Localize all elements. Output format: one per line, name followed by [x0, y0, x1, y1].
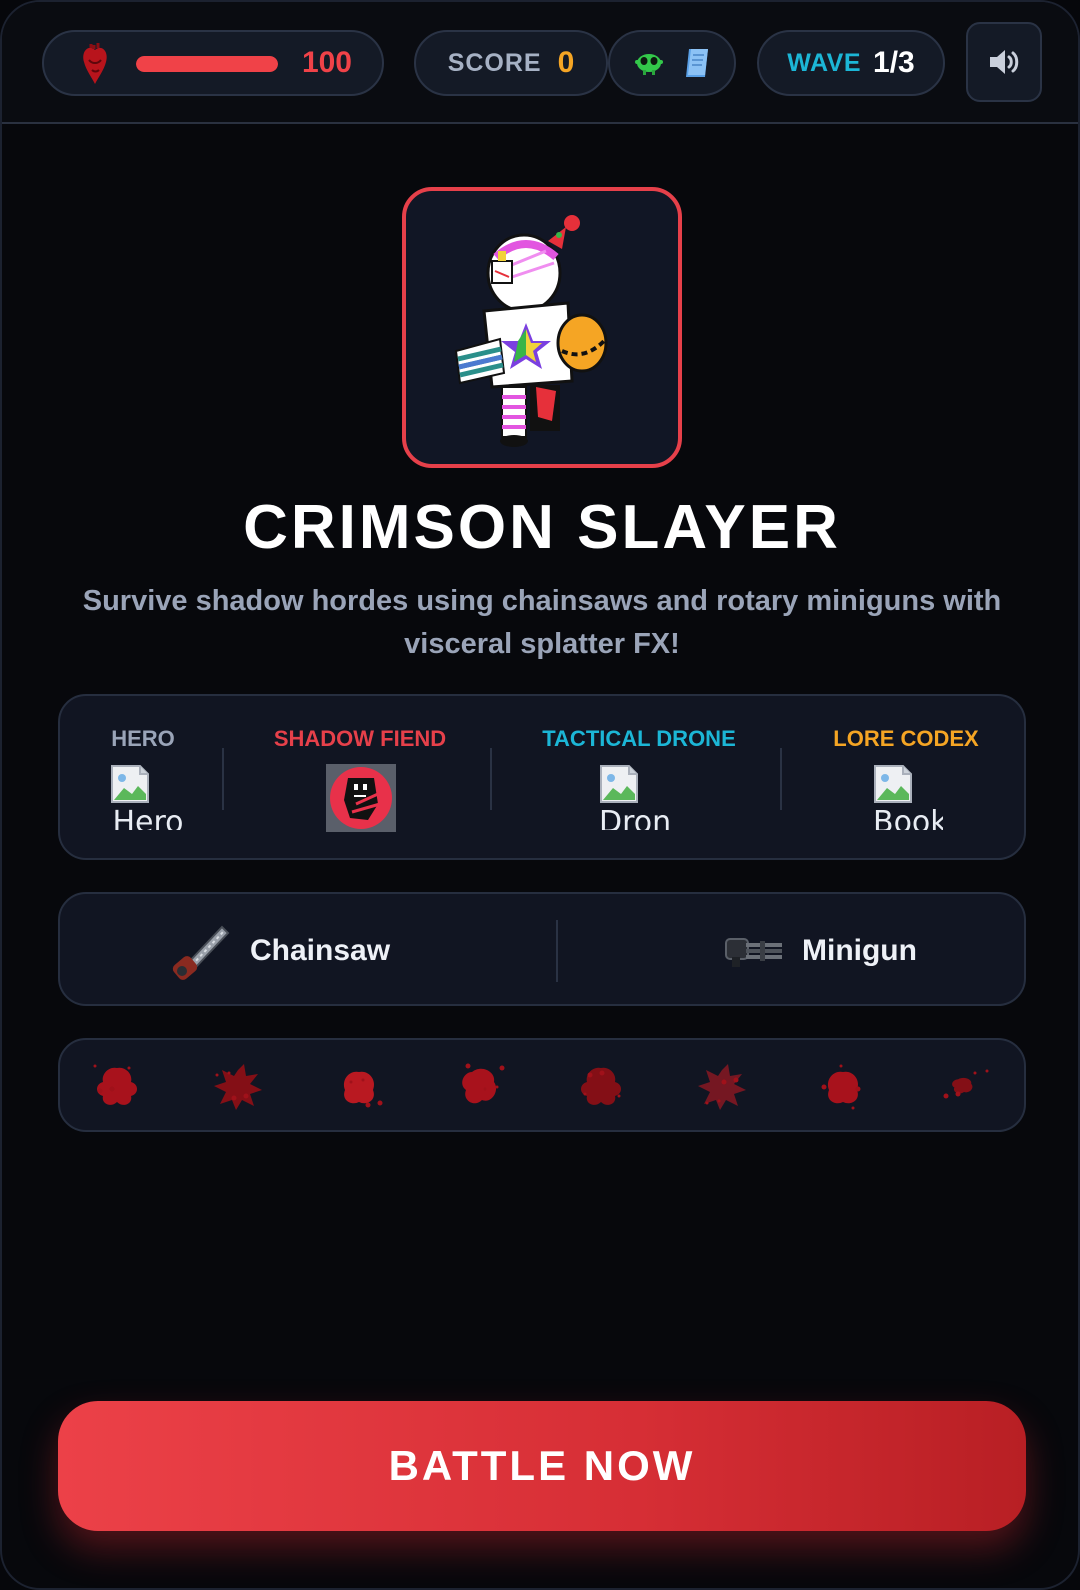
book-icon[interactable] [683, 47, 711, 79]
hud-bar: 100 SCORE 0 WAVE 1/3 [2, 2, 1078, 124]
score-display: SCORE 0 [414, 30, 608, 96]
hero-portrait [402, 187, 682, 468]
chainsaw-icon [172, 925, 230, 980]
roster-item-hero: HERO Hero [60, 696, 226, 862]
broken-image-icon [111, 765, 149, 803]
score-value: 0 [557, 46, 575, 79]
wave-label: WAVE [787, 48, 862, 77]
weapon-selector: Chainsaw Minigun [58, 892, 1026, 1006]
health-bar-fill [136, 56, 278, 72]
health-value: 100 [301, 46, 352, 79]
roster-item-lore-codex: LORE CODEX Book [784, 696, 1028, 862]
alien-icon[interactable] [633, 50, 665, 76]
broken-image-alt: Hero [112, 806, 184, 830]
health-meter: 100 [42, 30, 384, 96]
broken-image-icon [600, 765, 638, 803]
roster-divider [780, 748, 782, 810]
speaker-icon [990, 50, 1019, 74]
blood-splatter-icon [821, 1064, 860, 1110]
shadow-fiend-image [326, 764, 396, 832]
extras-group [608, 30, 736, 96]
broken-image-alt: Book [873, 806, 943, 830]
roster-panel: HERO Hero SHADOW FIEND TACTICAL DRONE Dr… [58, 694, 1026, 860]
blood-splatter-icon [93, 1064, 137, 1105]
blood-splatter-icon [697, 1064, 746, 1110]
roster-label-shadow-fiend: SHADOW FIEND [273, 726, 447, 751]
blood-splatter-icon [580, 1067, 621, 1105]
game-subtitle: Survive shadow hordes using chainsaws an… [82, 585, 1002, 660]
roster-item-tactical-drone: TACTICAL DRONE Drone [494, 696, 784, 862]
blood-splatter-icon [343, 1071, 382, 1108]
roster-item-shadow-fiend: SHADOW FIEND [226, 696, 494, 862]
roster-divider [222, 748, 224, 810]
hero-character-image [454, 215, 608, 447]
broken-image-alt: Drone [599, 806, 669, 830]
roster-divider [490, 748, 492, 810]
roster-label-lore-codex: LORE CODEX [833, 726, 979, 751]
score-label: SCORE [447, 48, 542, 77]
weapon-minigun-label: Minigun [802, 934, 917, 967]
anatomical-heart-icon [83, 43, 107, 84]
splatter-fx-strip [58, 1038, 1026, 1132]
health-bar [136, 56, 278, 72]
blood-splatter-icon [461, 1063, 504, 1104]
minigun-icon [725, 938, 782, 967]
wave-value: 1/3 [873, 46, 915, 79]
broken-image-icon [874, 765, 912, 803]
weapon-chainsaw-label: Chainsaw [250, 934, 391, 967]
roster-label-hero: HERO [111, 726, 175, 751]
weapon-chainsaw-button[interactable]: Chainsaw [168, 894, 390, 1008]
game-screen: 100 SCORE 0 WAVE 1/3 CRIMSON SLAYER Surv… [0, 0, 1080, 1590]
blood-splatter-icon [213, 1064, 262, 1110]
weapon-minigun-button[interactable]: Minigun [724, 894, 917, 1008]
game-title: CRIMSON SLAYER [243, 493, 841, 562]
battle-now-button[interactable]: BATTLE NOW [58, 1401, 1026, 1531]
blood-splatter-icon [943, 1069, 988, 1099]
weapon-divider [556, 920, 558, 982]
roster-label-tactical-drone: TACTICAL DRONE [542, 726, 736, 751]
wave-display: WAVE 1/3 [757, 30, 945, 96]
sound-toggle-button[interactable] [966, 22, 1042, 102]
